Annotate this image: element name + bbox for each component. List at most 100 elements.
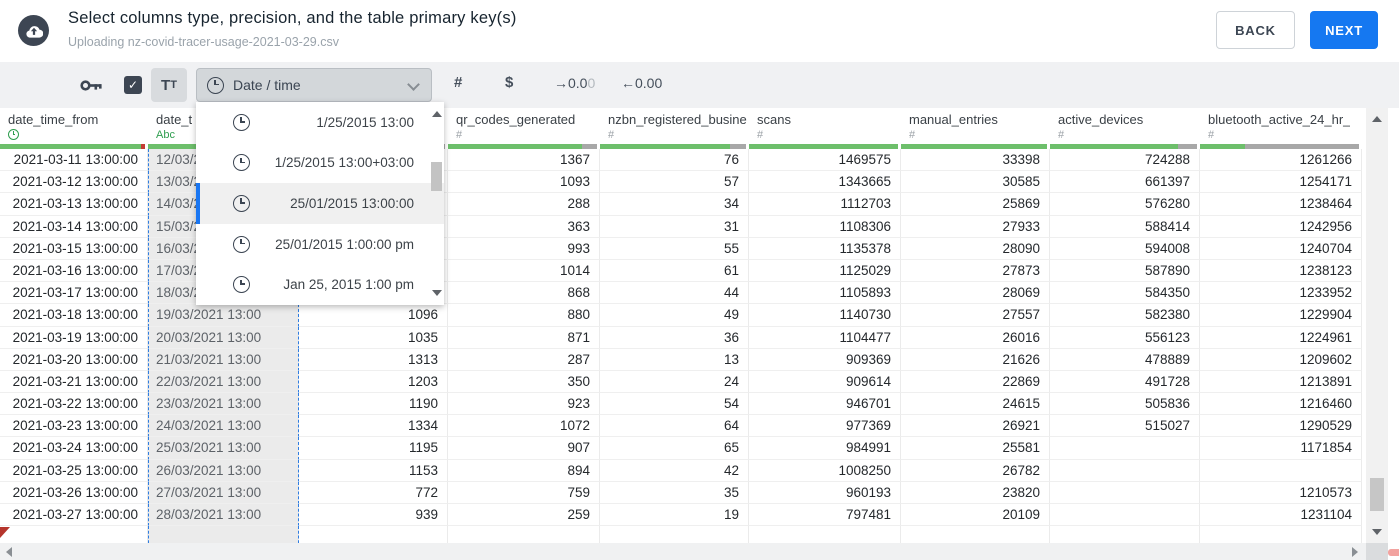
column-header[interactable]: manual_entries # [901, 108, 1050, 144]
table-cell[interactable]: 2021-03-25 13:00:00 [0, 459, 148, 482]
table-cell[interactable]: 1229904 [1200, 304, 1362, 327]
table-cell[interactable]: 993 [448, 237, 600, 260]
table-cell[interactable]: 1224961 [1200, 326, 1362, 349]
table-cell[interactable]: 1238123 [1200, 259, 1362, 283]
table-cell[interactable]: 1242956 [1200, 215, 1362, 238]
table-cell[interactable]: 1469575 [749, 149, 901, 172]
table-cell[interactable]: 2021-03-17 13:00:00 [0, 282, 148, 305]
table-cell[interactable]: 27/03/2021 13:00 [148, 481, 299, 504]
table-cell[interactable]: 2021-03-15 13:00:00 [0, 237, 148, 260]
table-cell[interactable]: 587890 [1050, 259, 1200, 283]
table-cell[interactable]: 1153 [299, 459, 448, 482]
column-header[interactable]: date_time_from [0, 108, 148, 144]
table-cell[interactable]: 25869 [901, 193, 1050, 216]
table-cell[interactable]: 65 [600, 437, 749, 460]
date-format-option[interactable]: 25/01/2015 1:00:00 pm [196, 224, 444, 265]
table-cell[interactable]: 24615 [901, 393, 1050, 416]
table-cell[interactable]: 28090 [901, 237, 1050, 260]
table-cell[interactable] [600, 526, 749, 543]
table-cell[interactable]: 28069 [901, 282, 1050, 305]
table-cell[interactable]: 939 [299, 504, 448, 527]
currency-type-button[interactable]: $ [505, 74, 513, 91]
number-type-button[interactable]: # [454, 74, 462, 91]
table-cell[interactable]: 960193 [749, 481, 901, 504]
table-cell[interactable]: 556123 [1050, 326, 1200, 349]
table-cell[interactable]: 76 [600, 149, 749, 172]
table-cell[interactable]: 1125029 [749, 259, 901, 283]
table-cell[interactable]: 1240704 [1200, 237, 1362, 260]
table-cell[interactable]: 868 [448, 282, 600, 305]
table-cell[interactable]: 515027 [1050, 415, 1200, 438]
table-cell[interactable]: 2021-03-18 13:00:00 [0, 304, 148, 327]
table-cell[interactable]: 594008 [1050, 237, 1200, 260]
table-cell[interactable]: 1261266 [1200, 149, 1362, 172]
table-cell[interactable]: 287 [448, 348, 600, 371]
table-cell[interactable]: 363 [448, 215, 600, 238]
column-header[interactable]: nzbn_registered_busine # [600, 108, 749, 144]
vertical-scrollbar-thumb[interactable] [1370, 478, 1384, 511]
table-cell[interactable]: 724288 [1050, 149, 1200, 172]
table-cell[interactable]: 20109 [901, 504, 1050, 527]
table-cell[interactable]: 1135378 [749, 237, 901, 260]
table-cell[interactable]: 759 [448, 481, 600, 504]
table-cell[interactable]: 42 [600, 459, 749, 482]
table-cell[interactable]: 27557 [901, 304, 1050, 327]
dropdown-scrollbar-thumb[interactable] [431, 162, 442, 191]
table-cell[interactable]: 24 [600, 370, 749, 394]
table-cell[interactable]: 1035 [299, 326, 448, 349]
table-cell[interactable]: 2021-03-27 13:00:00 [0, 504, 148, 527]
table-cell[interactable] [1050, 459, 1200, 482]
table-cell[interactable] [448, 526, 600, 543]
table-cell[interactable]: 31 [600, 215, 749, 238]
table-cell[interactable]: 1233952 [1200, 282, 1362, 305]
table-cell[interactable]: 1112703 [749, 193, 901, 216]
table-cell[interactable] [299, 526, 448, 543]
table-cell[interactable]: 984991 [749, 437, 901, 460]
table-cell[interactable]: 909369 [749, 348, 901, 371]
table-cell[interactable] [1050, 481, 1200, 504]
table-cell[interactable]: 1093 [448, 171, 600, 194]
table-cell[interactable]: 1210573 [1200, 481, 1362, 504]
table-cell[interactable]: 2021-03-24 13:00:00 [0, 437, 148, 460]
table-cell[interactable]: 64 [600, 415, 749, 438]
table-cell[interactable] [1050, 437, 1200, 460]
table-cell[interactable]: 2021-03-14 13:00:00 [0, 215, 148, 238]
scroll-right-icon[interactable] [1352, 546, 1358, 557]
table-cell[interactable]: 478889 [1050, 348, 1200, 371]
date-format-option[interactable]: 1/25/2015 13:00+03:00 [196, 143, 444, 184]
table-cell[interactable] [0, 526, 148, 543]
table-cell[interactable]: 797481 [749, 504, 901, 527]
table-cell[interactable]: 582380 [1050, 304, 1200, 327]
table-cell[interactable]: 1072 [448, 415, 600, 438]
table-cell[interactable]: 894 [448, 459, 600, 482]
date-format-option[interactable]: Jan 25, 2015 1:00 pm [196, 264, 444, 305]
horizontal-scrollbar-thumb[interactable] [1388, 549, 1399, 556]
table-cell[interactable]: 1105893 [749, 282, 901, 305]
table-cell[interactable] [749, 526, 901, 543]
table-cell[interactable]: 923 [448, 393, 600, 416]
table-cell[interactable]: 27873 [901, 259, 1050, 283]
table-cell[interactable]: 21626 [901, 348, 1050, 371]
table-cell[interactable]: 588414 [1050, 215, 1200, 238]
table-cell[interactable]: 36 [600, 326, 749, 349]
table-cell[interactable]: 350 [448, 370, 600, 394]
table-cell[interactable]: 28/03/2021 13:00 [148, 504, 299, 527]
table-cell[interactable]: 21/03/2021 13:00 [148, 348, 299, 371]
include-column-checkbox[interactable]: ✓ [124, 76, 142, 94]
next-button[interactable]: NEXT [1310, 11, 1378, 49]
table-cell[interactable]: 661397 [1050, 171, 1200, 194]
table-cell[interactable]: 505836 [1050, 393, 1200, 416]
increase-decimals-button[interactable]: →0.00 [554, 75, 595, 91]
table-cell[interactable]: 288 [448, 193, 600, 216]
table-cell[interactable]: 1254171 [1200, 171, 1362, 194]
scroll-left-icon[interactable] [6, 546, 12, 557]
table-cell[interactable]: 1334 [299, 415, 448, 438]
table-cell[interactable]: 1171854 [1200, 437, 1362, 460]
table-cell[interactable]: 25/03/2021 13:00 [148, 437, 299, 460]
table-cell[interactable]: 1203 [299, 370, 448, 394]
table-cell[interactable]: 20/03/2021 13:00 [148, 326, 299, 349]
table-cell[interactable]: 61 [600, 259, 749, 283]
column-header[interactable]: scans # [749, 108, 901, 144]
primary-key-icon[interactable] [80, 79, 103, 97]
table-cell[interactable]: 491728 [1050, 370, 1200, 394]
